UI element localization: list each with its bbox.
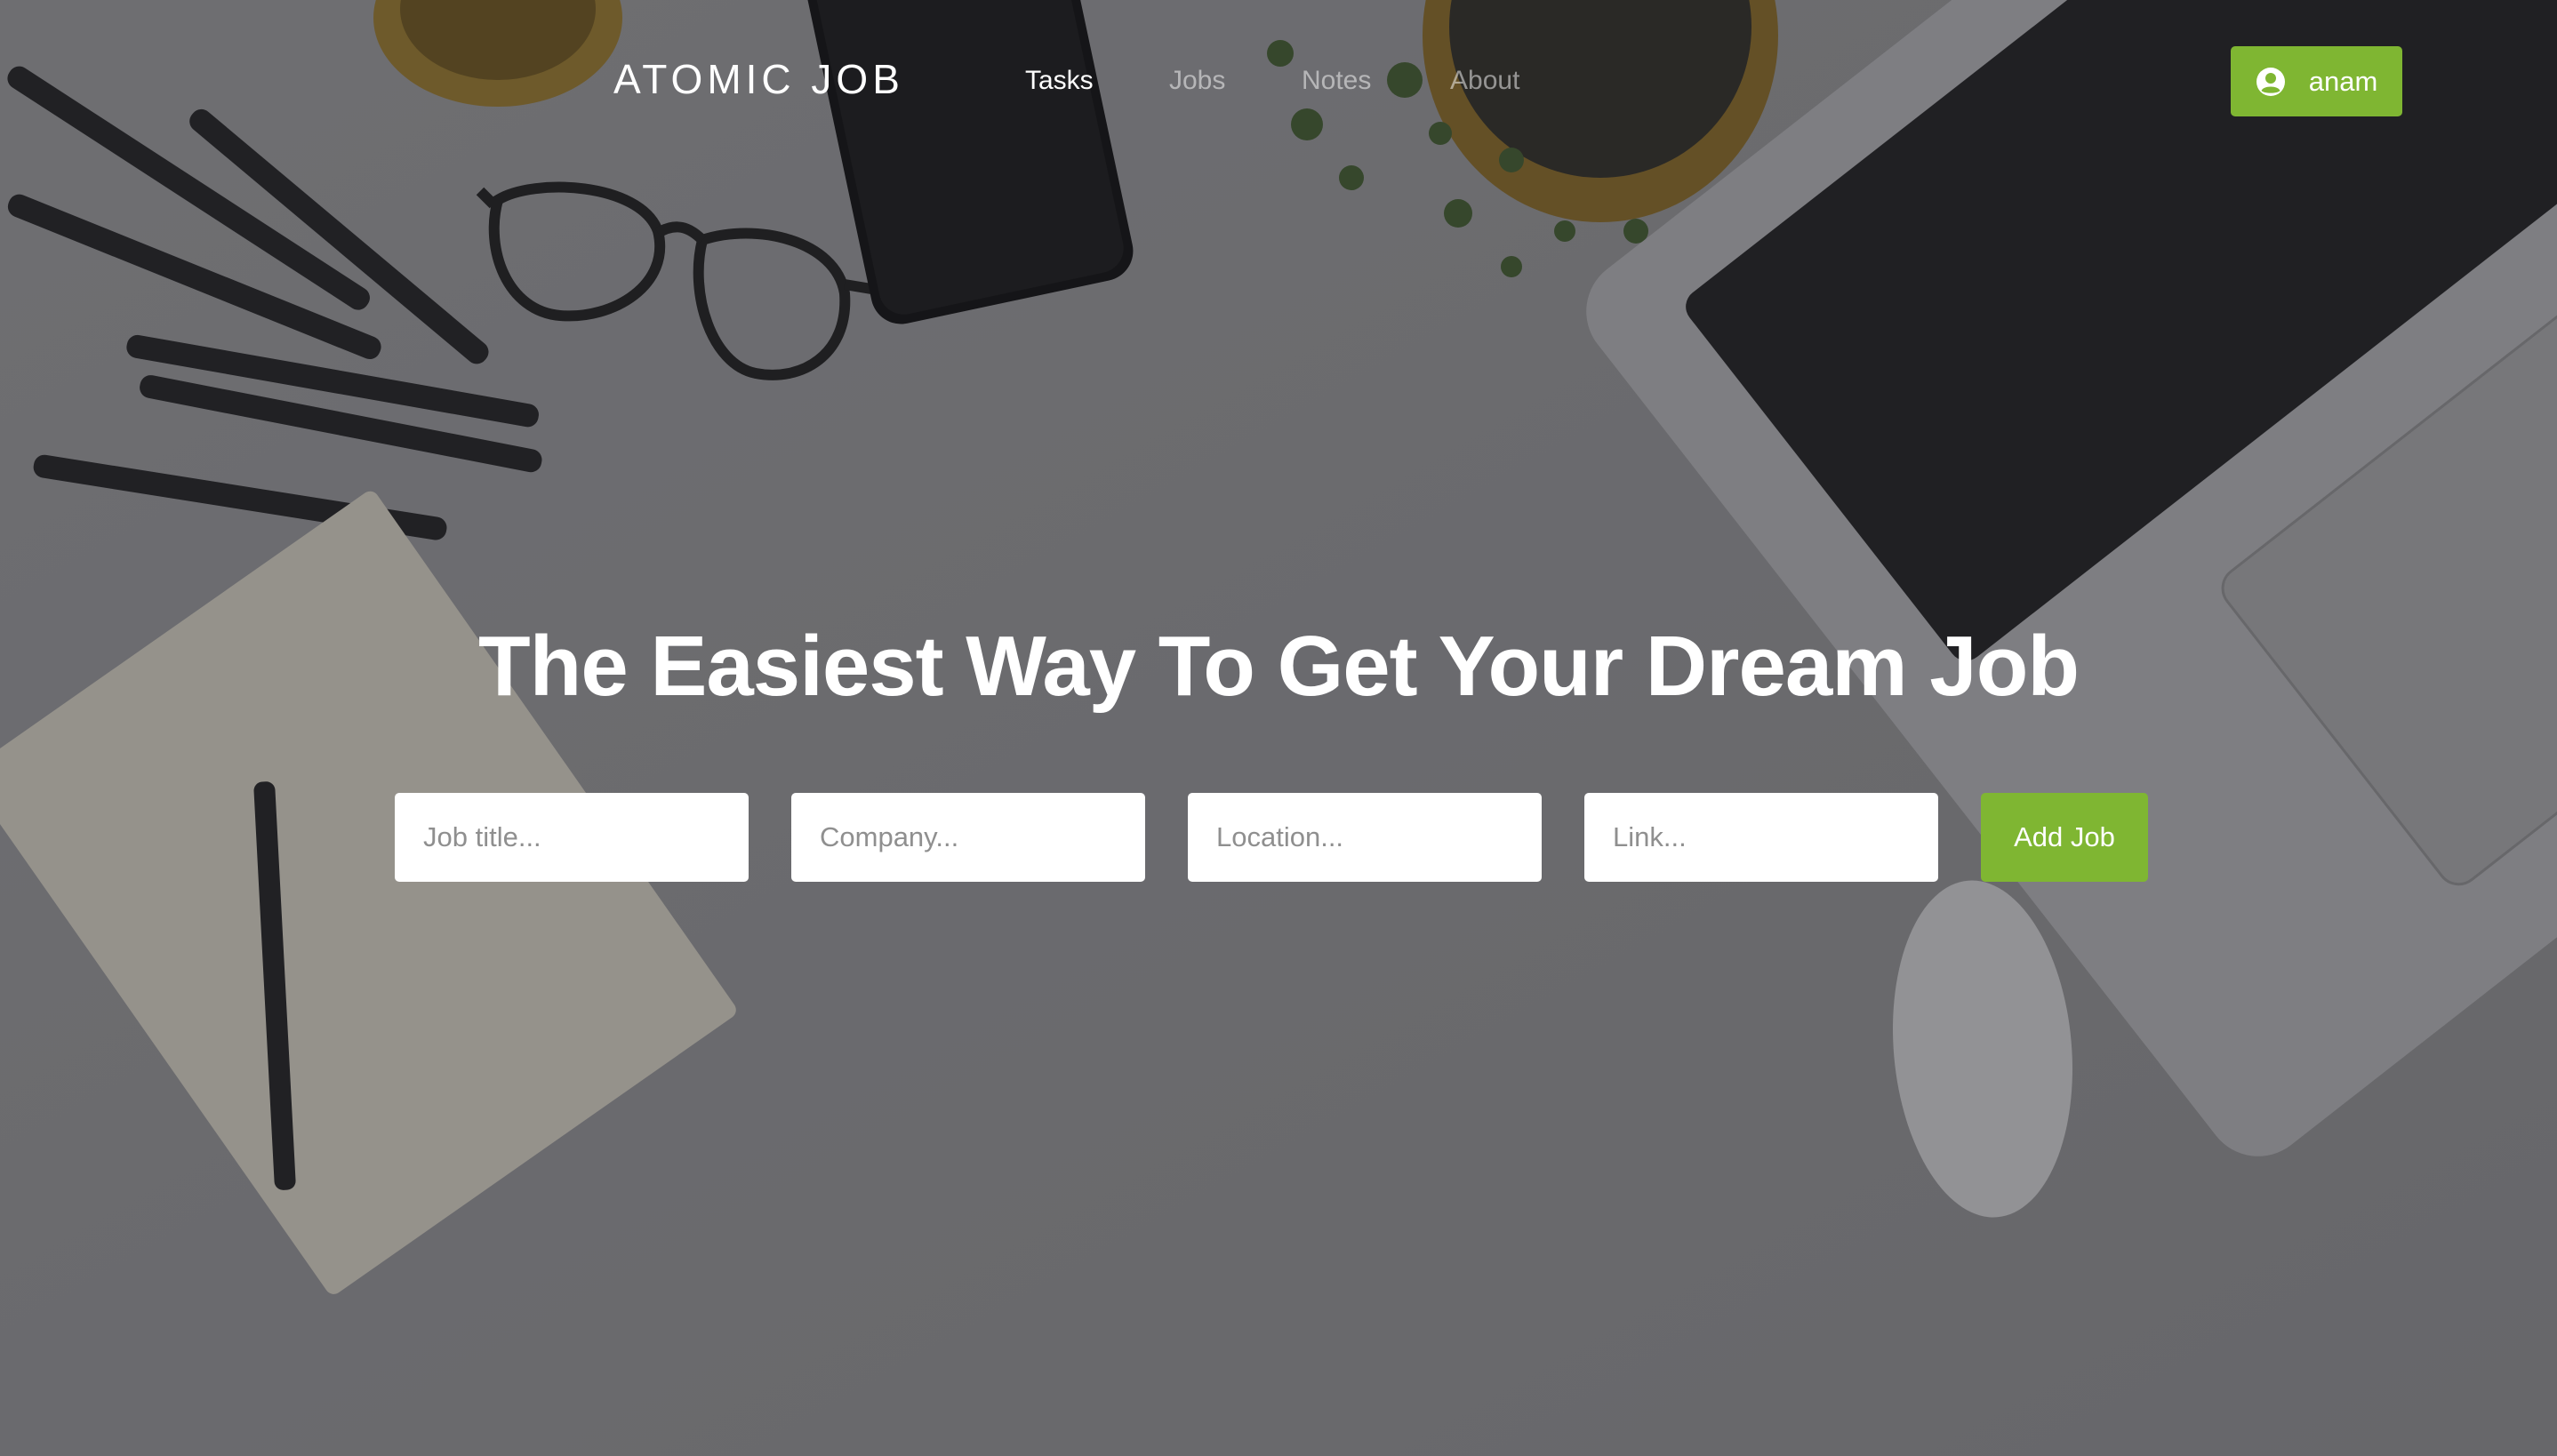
- location-input[interactable]: [1188, 793, 1542, 882]
- nav-link-notes[interactable]: Notes: [1302, 66, 1371, 96]
- user-circle-icon: [2256, 67, 2285, 96]
- top-navbar: ATOMIC JOB Tasks Jobs Notes About anam: [0, 0, 2557, 164]
- add-job-button[interactable]: Add Job: [1981, 793, 2148, 882]
- nav-link-about[interactable]: About: [1450, 66, 1519, 96]
- nav-link-jobs[interactable]: Jobs: [1169, 66, 1225, 96]
- background-overlay: [0, 0, 2557, 1456]
- hero-headline: The Easiest Way To Get Your Dream Job: [478, 619, 2080, 714]
- user-account-button[interactable]: anam: [2231, 46, 2402, 116]
- user-name-label: anam: [2308, 65, 2378, 97]
- nav-link-tasks[interactable]: Tasks: [1025, 66, 1094, 96]
- link-input[interactable]: [1584, 793, 1938, 882]
- company-input[interactable]: [791, 793, 1145, 882]
- hero-section: ATOMIC JOB Tasks Jobs Notes About anam T…: [0, 0, 2557, 1456]
- brand-logo[interactable]: ATOMIC JOB: [613, 55, 904, 103]
- job-title-input[interactable]: [395, 793, 749, 882]
